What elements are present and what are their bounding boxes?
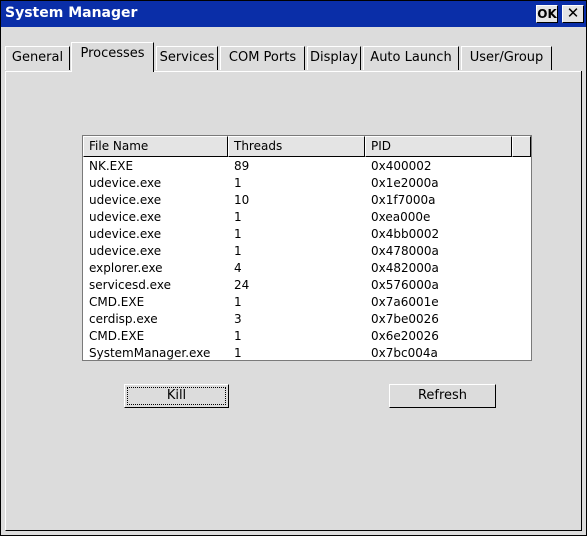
- close-icon: ✕: [566, 4, 580, 22]
- refresh-button[interactable]: Refresh: [389, 384, 496, 408]
- cell-threads: 4: [234, 261, 242, 275]
- cell-pid: 0x6e20026: [371, 329, 439, 343]
- column-threads[interactable]: Threads: [228, 136, 365, 157]
- process-list-header: File Name Threads PID: [83, 136, 531, 157]
- table-row[interactable]: CMD.EXE 1 0x6e20026: [83, 328, 531, 345]
- cell-file-name: udevice.exe: [89, 244, 162, 258]
- tab-com-ports[interactable]: COM Ports: [220, 46, 305, 70]
- cell-file-name: udevice.exe: [89, 227, 162, 241]
- table-row[interactable]: SystemManager.exe 1 0x7bc004a: [83, 345, 531, 360]
- table-row[interactable]: NK.EXE 89 0x400002: [83, 158, 531, 175]
- kill-button[interactable]: Kill: [124, 384, 229, 408]
- cell-pid: 0x576000a: [371, 278, 439, 292]
- cell-threads: 1: [234, 210, 242, 224]
- cell-threads: 1: [234, 244, 242, 258]
- table-row[interactable]: udevice.exe 1 0x4bb0002: [83, 226, 531, 243]
- cell-file-name: udevice.exe: [89, 210, 162, 224]
- cell-file-name: CMD.EXE: [89, 329, 145, 343]
- cell-file-name: cerdisp.exe: [89, 312, 158, 326]
- cell-threads: 24: [234, 278, 250, 292]
- cell-pid: 0x1e2000a: [371, 176, 439, 190]
- cell-threads: 10: [234, 193, 250, 207]
- cell-file-name: udevice.exe: [89, 193, 162, 207]
- cell-pid: 0xea000e: [371, 210, 431, 224]
- table-row[interactable]: cerdisp.exe 3 0x7be0026: [83, 311, 531, 328]
- cell-file-name: servicesd.exe: [89, 278, 171, 292]
- cell-threads: 3: [234, 312, 242, 326]
- cell-pid: 0x478000a: [371, 244, 439, 258]
- cell-threads: 1: [234, 176, 242, 190]
- cell-pid: 0x7a6001e: [371, 295, 439, 309]
- cell-file-name: SystemManager.exe: [89, 346, 211, 360]
- column-filler: [512, 136, 531, 157]
- table-row[interactable]: udevice.exe 1 0x478000a: [83, 243, 531, 260]
- ok-button[interactable]: OK: [536, 5, 558, 23]
- tab-processes[interactable]: Processes: [71, 42, 154, 72]
- cell-threads: 1: [234, 295, 242, 309]
- cell-file-name: explorer.exe: [89, 261, 163, 275]
- cell-threads: 1: [234, 227, 242, 241]
- table-row[interactable]: udevice.exe 1 0x1e2000a: [83, 175, 531, 192]
- table-row[interactable]: CMD.EXE 1 0x7a6001e: [83, 294, 531, 311]
- cell-threads: 89: [234, 159, 250, 173]
- table-row[interactable]: udevice.exe 1 0xea000e: [83, 209, 531, 226]
- window-title: System Manager: [5, 5, 138, 21]
- table-row[interactable]: udevice.exe 10 0x1f7000a: [83, 192, 531, 209]
- tab-general[interactable]: General: [5, 46, 70, 70]
- close-button[interactable]: ✕: [562, 5, 584, 23]
- cell-file-name: udevice.exe: [89, 176, 162, 190]
- process-list-body: NK.EXE 89 0x400002 udevice.exe 1 0x1e2000a ude…: [83, 158, 531, 360]
- tab-strip: General Processes Services COM Ports Dis…: [5, 41, 583, 72]
- cell-pid: 0x7be0026: [371, 312, 439, 326]
- cell-file-name: NK.EXE: [89, 159, 134, 173]
- cell-threads: 1: [234, 329, 242, 343]
- cell-pid: 0x7bc004a: [371, 346, 438, 360]
- cell-pid: 0x4bb0002: [371, 227, 440, 241]
- cell-threads: 1: [234, 346, 242, 360]
- tab-display[interactable]: Display: [307, 46, 361, 70]
- cell-pid: 0x482000a: [371, 261, 439, 275]
- column-file-name[interactable]: File Name: [83, 136, 228, 157]
- title-bar: System Manager OK ✕: [1, 1, 586, 27]
- cell-pid: 0x1f7000a: [371, 193, 436, 207]
- column-pid[interactable]: PID: [365, 136, 512, 157]
- cell-file-name: CMD.EXE: [89, 295, 145, 309]
- cell-pid: 0x400002: [371, 159, 432, 173]
- tab-user-group[interactable]: User/Group: [461, 46, 552, 70]
- process-list[interactable]: File Name Threads PID NK.EXE 89 0x400002 ud…: [82, 135, 532, 361]
- table-row[interactable]: servicesd.exe 24 0x576000a: [83, 277, 531, 294]
- tab-auto-launch[interactable]: Auto Launch: [363, 46, 459, 70]
- tab-services[interactable]: Services: [156, 46, 218, 70]
- system-manager-window: System Manager OK ✕ General Processes Se…: [0, 0, 587, 536]
- table-row[interactable]: explorer.exe 4 0x482000a: [83, 260, 531, 277]
